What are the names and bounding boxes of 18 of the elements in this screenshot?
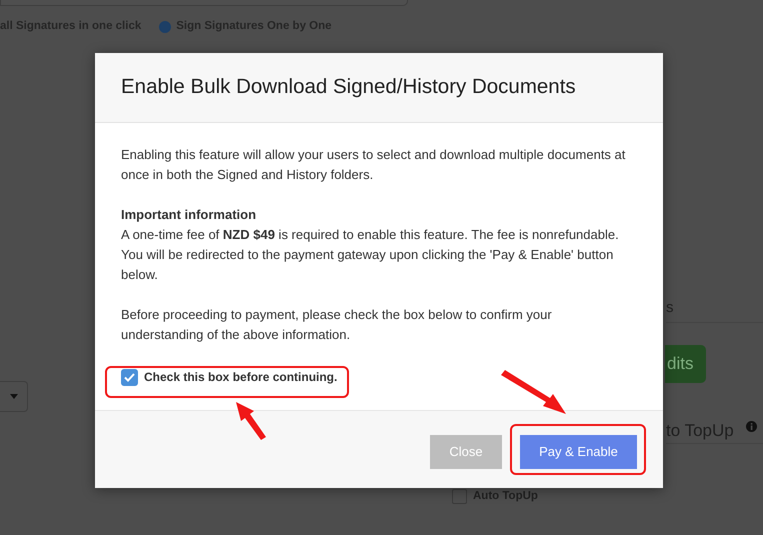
modal-title: Enable Bulk Download Signed/History Documents xyxy=(121,75,576,100)
check-icon xyxy=(124,372,135,382)
buy-credits-button[interactable]: dits xyxy=(665,344,706,383)
subheading: Important information xyxy=(121,206,258,224)
arrow xyxy=(236,402,266,440)
dropdown[interactable] xyxy=(0,381,28,412)
paragraph: Enabling this feature will allow your users to select and download multiple documents at once in both the Signed and History folders. xyxy=(121,146,626,184)
paragraph: Before proceeding to payment, please check the box below to confirm your understanding of the above information. xyxy=(121,306,553,344)
checkbox[interactable] xyxy=(121,368,138,386)
pay-enable-button[interactable]: Pay & Enable xyxy=(520,434,637,468)
checkbox-label: Check this box before continuing. xyxy=(144,369,338,386)
checkbox[interactable] xyxy=(452,488,467,504)
radio-button[interactable] xyxy=(159,20,172,33)
close-button[interactable]: Close xyxy=(430,434,502,468)
paragraph: A one-time fee of NZD $49 is required to enable this feature. The fee is nonrefundable. You will be redirected to the payment gateway upon clicking the 'Pay & Enable' button below. xyxy=(121,226,620,284)
info-icon xyxy=(746,420,757,432)
arrow xyxy=(501,370,566,414)
caret-icon xyxy=(10,394,18,400)
